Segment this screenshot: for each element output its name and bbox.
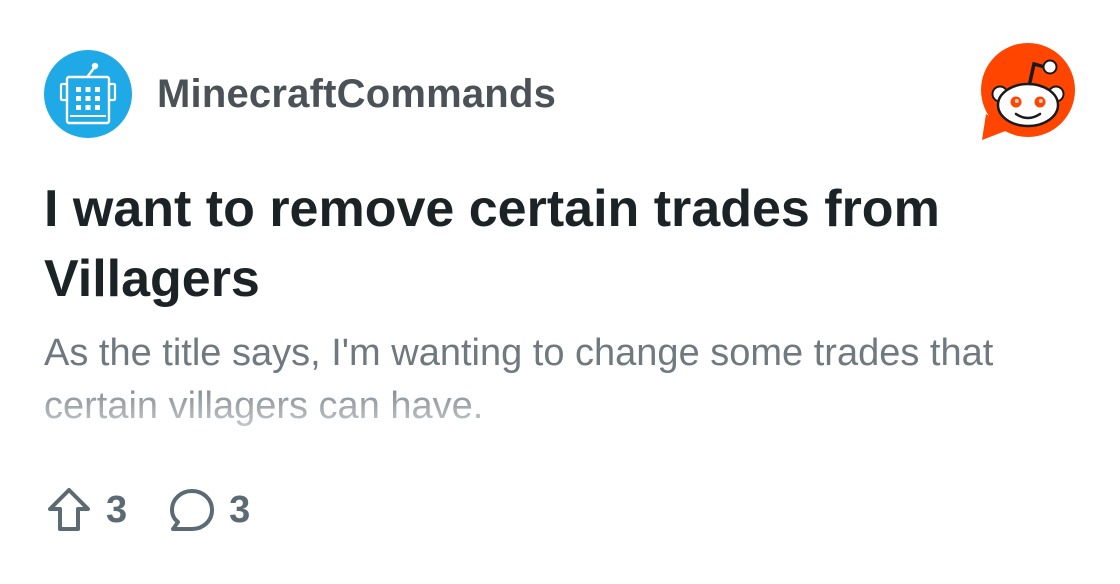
post-stats: 3 3 — [44, 484, 250, 536]
subreddit-avatar[interactable] — [44, 50, 132, 138]
comment-bubble-icon — [167, 485, 217, 535]
reddit-snoo-logo[interactable] — [978, 42, 1078, 142]
upvote-button[interactable]: 3 — [44, 485, 127, 535]
command-block-icon — [59, 62, 117, 125]
reddit-logo-icon — [981, 43, 1075, 140]
upvote-arrow-icon — [44, 485, 94, 535]
comment-count: 3 — [229, 488, 251, 531]
post-title[interactable]: I want to remove certain trades from Vil… — [44, 174, 1064, 314]
subreddit-name[interactable]: MinecraftCommands — [157, 72, 556, 117]
post-card[interactable]: MinecraftCommands I want to remove certa… — [0, 0, 1120, 584]
post-body-preview: As the title says, I'm wanting to change… — [44, 332, 994, 427]
upvote-count: 3 — [106, 488, 128, 531]
post-header: MinecraftCommands — [44, 50, 556, 138]
comments-button[interactable]: 3 — [167, 485, 250, 535]
